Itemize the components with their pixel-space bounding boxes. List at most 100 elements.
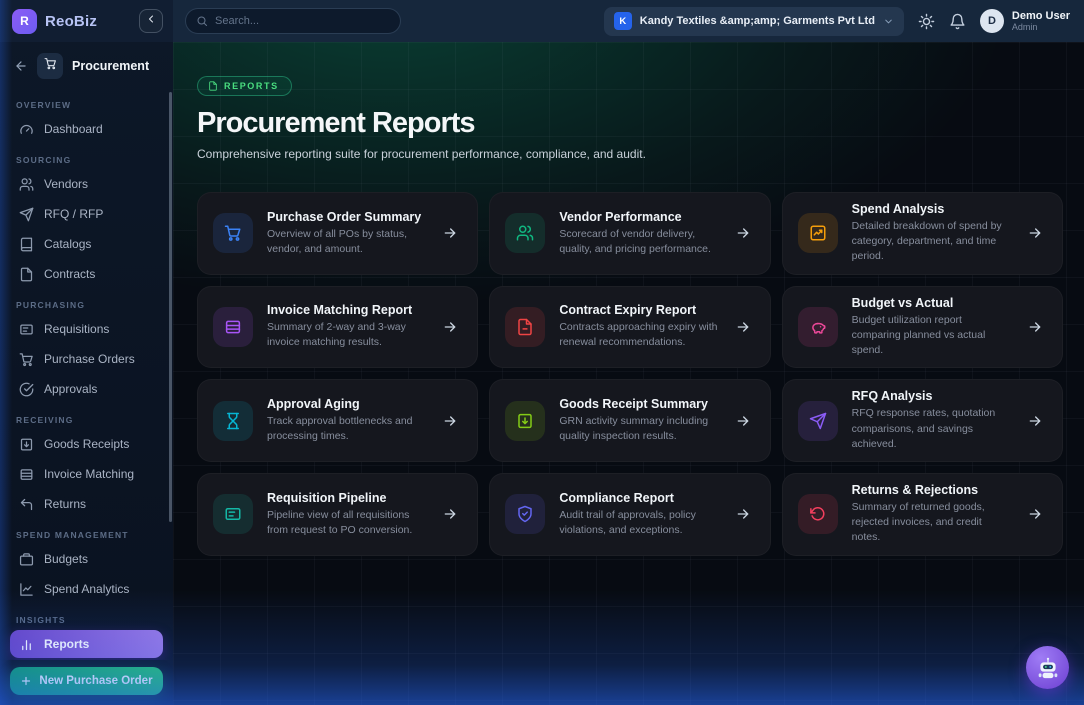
shopping-cart-icon [44,57,57,75]
corner-up-left-icon [19,497,34,512]
arrow-left-icon [14,60,28,77]
sidebar-item-purchase-orders[interactable]: Purchase Orders [10,345,163,373]
back-button[interactable] [14,59,28,73]
report-card-title: Spend Analysis [852,202,1013,216]
rotate-ccw-icon [798,494,838,534]
topbar: K Kandy Textiles &amp;amp; Garments Pvt … [173,0,1084,42]
arrow-right-icon [735,225,751,241]
sidebar-nav: OVERVIEW Dashboard SOURCING Vendors RFQ … [0,88,173,660]
sidebar-item-rfq-rfp[interactable]: RFQ / RFP [10,200,163,228]
report-card-budget-vs-actual[interactable]: Budget vs Actual Budget utilization repo… [782,286,1063,369]
send-icon [798,401,838,441]
sidebar-item-returns[interactable]: Returns [10,490,163,518]
sidebar-item-budgets[interactable]: Budgets [10,545,163,573]
sidebar-item-approvals[interactable]: Approvals [10,375,163,403]
theme-toggle-button[interactable] [918,13,935,30]
report-card-title: Returns & Rejections [852,483,1013,497]
arrow-right-icon [735,506,751,522]
arrow-right-icon [735,413,751,429]
arrow-right-icon [442,225,458,241]
new-purchase-order-button[interactable]: New Purchase Order [10,667,163,695]
chart-trend-icon [798,213,838,253]
report-card-spend-analysis[interactable]: Spend Analysis Detailed breakdown of spe… [782,192,1063,275]
users-icon [19,177,34,192]
file-icon [19,267,34,282]
report-card-title: Requisition Pipeline [267,491,428,505]
report-card-compliance-report[interactable]: Compliance Report Audit trail of approva… [489,473,770,556]
report-card-title: Contract Expiry Report [559,303,720,317]
user-menu[interactable]: D Demo User Admin [980,9,1070,33]
reports-grid: Purchase Order Summary Overview of all P… [197,192,1063,556]
report-card-approval-aging[interactable]: Approval Aging Track approval bottleneck… [197,379,478,462]
report-card-description: Audit trail of approvals, policy violati… [559,508,720,538]
sidebar-section-label: OVERVIEW [16,100,157,110]
page-title: Procurement Reports [197,107,1063,140]
module-header: Procurement [0,42,173,88]
sidebar-scrollbar[interactable] [169,92,172,522]
report-card-rfq-analysis[interactable]: RFQ Analysis RFQ response rates, quotati… [782,379,1063,462]
gauge-icon [19,122,34,137]
sidebar-section: SOURCING Vendors RFQ / RFP Catalogs Cont… [10,155,163,288]
report-card-invoice-matching-report[interactable]: Invoice Matching Report Summary of 2-way… [197,286,478,369]
sidebar-item-invoice-matching[interactable]: Invoice Matching [10,460,163,488]
user-avatar: D [980,9,1004,33]
sidebar-item-catalogs[interactable]: Catalogs [10,230,163,258]
sidebar-item-contracts[interactable]: Contracts [10,260,163,288]
report-card-requisition-pipeline[interactable]: Requisition Pipeline Pipeline view of al… [197,473,478,556]
wallet-icon [19,552,34,567]
arrow-right-icon [442,506,458,522]
check-circle-icon [19,382,34,397]
sidebar-section-label: PURCHASING [16,300,157,310]
report-card-description: Scorecard of vendor delivery, quality, a… [559,227,720,257]
content: REPORTS Procurement Reports Comprehensiv… [173,42,1084,705]
sidebar-section: OVERVIEW Dashboard [10,100,163,143]
new-purchase-order-label: New Purchase Order [39,675,152,687]
reports-badge-label: REPORTS [224,81,279,91]
logo-row: R ReoBiz [0,0,173,42]
report-card-description: Contracts approaching expiry with renewa… [559,320,720,350]
notifications-button[interactable] [949,13,966,30]
sidebar-item-dashboard[interactable]: Dashboard [10,115,163,143]
sidebar-section-label: SPEND MANAGEMENT [16,530,157,540]
sidebar-item-reports[interactable]: Reports [10,630,163,658]
topbar-right: K Kandy Textiles &amp;amp; Garments Pvt … [604,7,1070,36]
chevron-down-icon [883,16,894,27]
main-area: K Kandy Textiles &amp;amp; Garments Pvt … [173,0,1084,705]
table-icon [19,467,34,482]
report-card-goods-receipt-summary[interactable]: Goods Receipt Summary GRN activity summa… [489,379,770,462]
report-card-vendor-performance[interactable]: Vendor Performance Scorecard of vendor d… [489,192,770,275]
company-name: Kandy Textiles &amp;amp; Garments Pvt Lt… [640,15,875,27]
report-card-description: Summary of 2-way and 3-way invoice match… [267,320,428,350]
table-icon [213,307,253,347]
procurement-module-icon [37,53,63,79]
module-label: Procurement [72,59,149,73]
report-card-title: Compliance Report [559,491,720,505]
sidebar-item-spend-analytics[interactable]: Spend Analytics [10,575,163,603]
sidebar-item-requisitions[interactable]: Requisitions [10,315,163,343]
sidebar-section-label: INSIGHTS [16,615,157,625]
sidebar-collapse-button[interactable] [139,9,163,33]
robot-icon [1035,655,1061,681]
report-card-returns-rejections[interactable]: Returns & Rejections Summary of returned… [782,473,1063,556]
report-card-description: RFQ response rates, quotation comparison… [852,406,1013,452]
assistant-chat-button[interactable] [1026,646,1069,689]
report-card-description: Track approval bottlenecks and processin… [267,414,428,444]
report-card-description: GRN activity summary including quality i… [559,414,720,444]
shield-check-icon [505,494,545,534]
company-selector[interactable]: K Kandy Textiles &amp;amp; Garments Pvt … [604,7,904,36]
report-card-purchase-order-summary[interactable]: Purchase Order Summary Overview of all P… [197,192,478,275]
hourglass-icon [213,401,253,441]
chevron-left-icon [145,12,157,30]
report-card-title: Goods Receipt Summary [559,397,720,411]
search-input[interactable] [215,15,390,27]
user-name: Demo User [1012,10,1070,23]
arrow-right-icon [442,319,458,335]
sidebar-item-goods-receipts[interactable]: Goods Receipts [10,430,163,458]
page-subtitle: Comprehensive reporting suite for procur… [197,147,1063,161]
search-box[interactable] [185,8,401,34]
send-icon [19,207,34,222]
users-icon [505,213,545,253]
report-card-contract-expiry-report[interactable]: Contract Expiry Report Contracts approac… [489,286,770,369]
sidebar-item-vendors[interactable]: Vendors [10,170,163,198]
report-card-title: Purchase Order Summary [267,210,428,224]
